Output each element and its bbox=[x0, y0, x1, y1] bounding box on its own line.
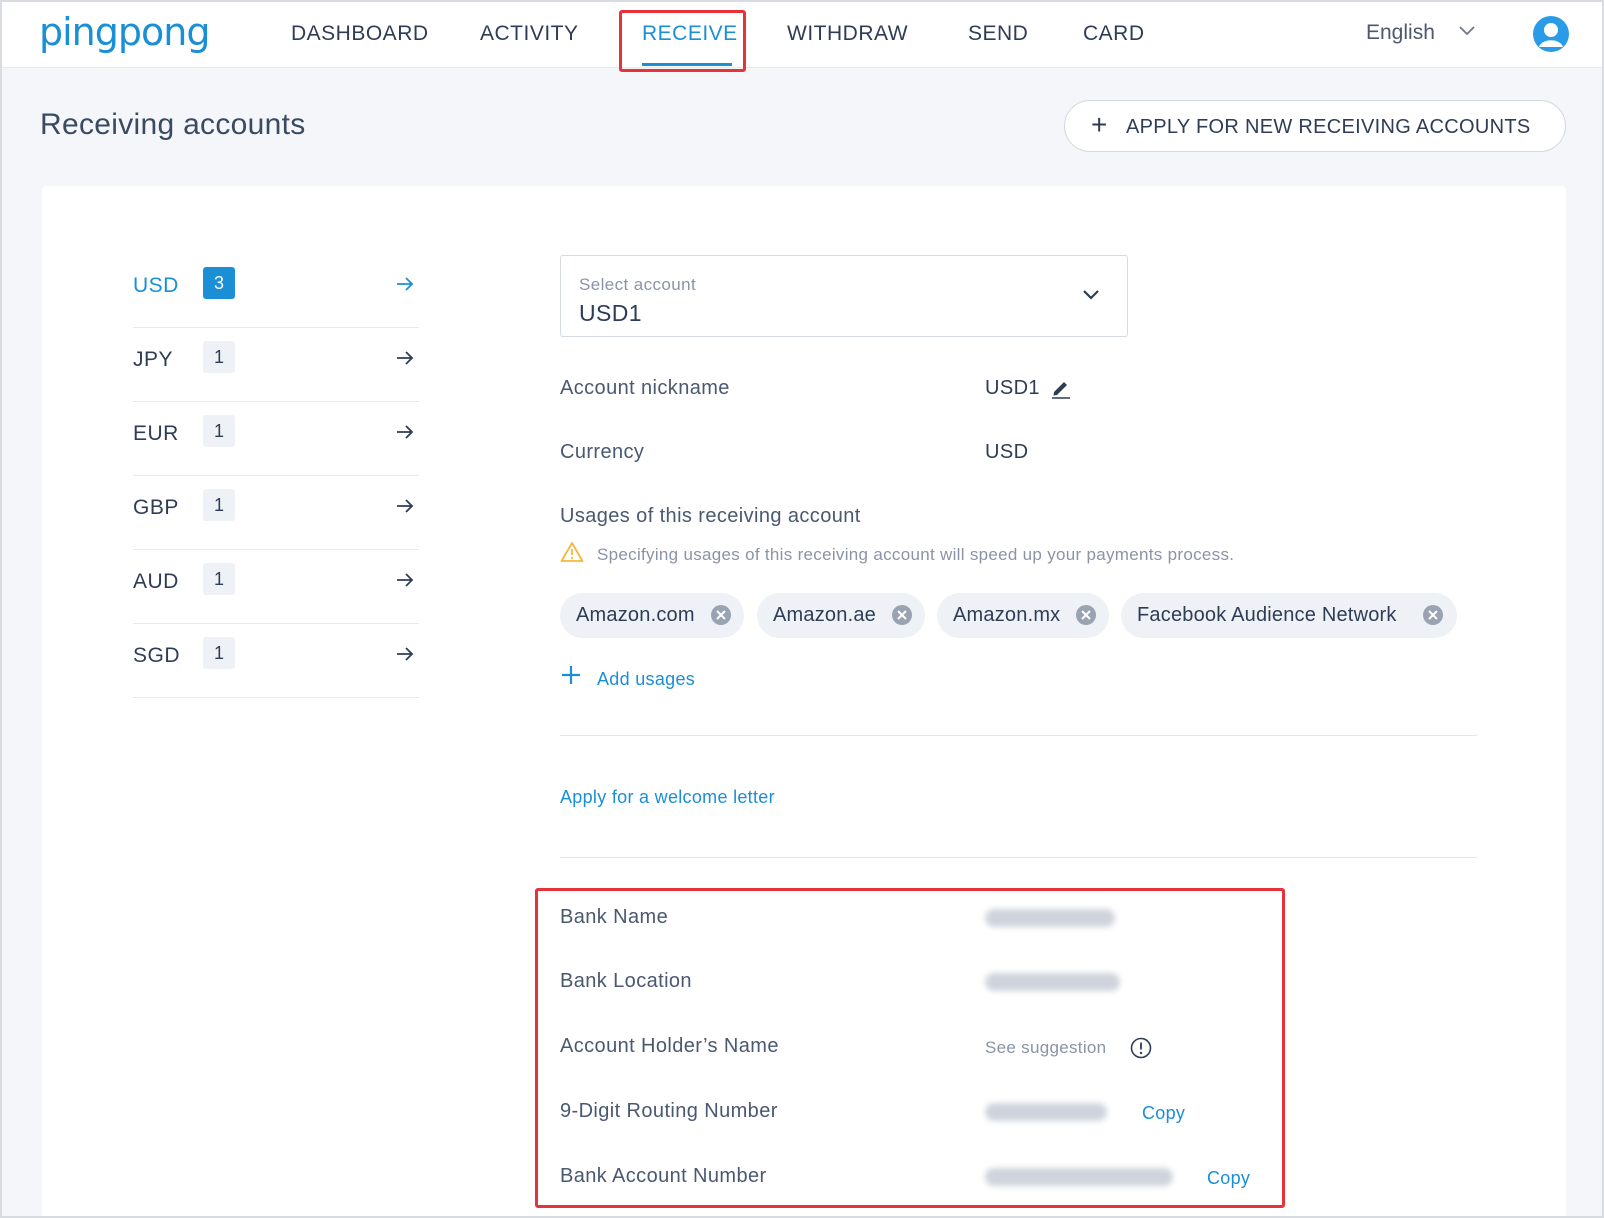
add-usages-link[interactable]: Add usages bbox=[597, 669, 695, 690]
remove-chip-icon[interactable] bbox=[1075, 604, 1097, 626]
usages-hint: Specifying usages of this receiving acco… bbox=[597, 545, 1235, 564]
usage-chip: Amazon.ae bbox=[757, 593, 925, 638]
currency-code: GBP bbox=[133, 496, 179, 519]
pingpong-logo[interactable]: pingpong bbox=[39, 10, 210, 54]
nickname-label: Account nickname bbox=[560, 377, 730, 399]
user-avatar-icon[interactable] bbox=[1533, 16, 1569, 52]
select-account-value: USD1 bbox=[579, 300, 642, 326]
arrow-right-icon bbox=[397, 425, 414, 439]
page-title: Receiving accounts bbox=[40, 108, 306, 141]
nav-send[interactable]: SEND bbox=[968, 22, 1028, 46]
apply-new-account-button[interactable]: + APPLY FOR NEW RECEIVING ACCOUNTS bbox=[1064, 100, 1566, 152]
plus-icon: + bbox=[1091, 109, 1108, 140]
welcome-letter-link[interactable]: Apply for a welcome letter bbox=[560, 787, 775, 808]
currency-item-sgd[interactable]: SGD 1 bbox=[133, 624, 419, 698]
chevron-down-icon bbox=[1083, 290, 1099, 300]
arrow-right-icon bbox=[397, 351, 414, 365]
currency-code: USD bbox=[133, 274, 179, 297]
account-select[interactable]: Select account USD1 bbox=[560, 255, 1128, 337]
divider bbox=[560, 735, 1477, 736]
remove-chip-icon[interactable] bbox=[710, 604, 732, 626]
nav-activity[interactable]: ACTIVITY bbox=[480, 22, 579, 46]
arrow-right-icon bbox=[397, 277, 414, 291]
top-navigation: pingpong DASHBOARD ACTIVITY RECEIVE WITH… bbox=[2, 2, 1602, 68]
arrow-right-icon bbox=[397, 647, 414, 661]
nav-card[interactable]: CARD bbox=[1083, 22, 1145, 46]
plus-icon[interactable] bbox=[560, 664, 582, 686]
usage-chip: Amazon.com bbox=[560, 593, 744, 638]
arrow-right-icon bbox=[397, 499, 414, 513]
usage-chip: Facebook Audience Network bbox=[1121, 593, 1457, 638]
currency-label: Currency bbox=[560, 441, 645, 463]
usage-chip-label: Amazon.com bbox=[576, 604, 695, 626]
warning-icon bbox=[560, 542, 584, 562]
usages-label: Usages of this receiving account bbox=[560, 505, 861, 527]
nav-dashboard[interactable]: DASHBOARD bbox=[291, 22, 429, 46]
account-count-badge: 1 bbox=[203, 489, 235, 521]
currency-code: EUR bbox=[133, 422, 179, 445]
divider bbox=[560, 857, 1477, 858]
currency-item-jpy[interactable]: JPY 1 bbox=[133, 328, 419, 402]
language-selector[interactable]: English bbox=[1366, 21, 1435, 45]
remove-chip-icon[interactable] bbox=[891, 604, 913, 626]
chevron-down-icon[interactable] bbox=[1458, 25, 1476, 37]
apply-button-label: APPLY FOR NEW RECEIVING ACCOUNTS bbox=[1126, 116, 1531, 138]
account-count-badge: 1 bbox=[203, 415, 235, 447]
select-account-label: Select account bbox=[579, 275, 697, 294]
usage-chip: Amazon.mx bbox=[937, 593, 1109, 638]
currency-code: SGD bbox=[133, 644, 181, 667]
currency-item-aud[interactable]: AUD 1 bbox=[133, 550, 419, 624]
receive-highlight-box bbox=[619, 10, 746, 72]
remove-chip-icon[interactable] bbox=[1422, 604, 1444, 626]
account-count-badge: 1 bbox=[203, 563, 235, 595]
usage-chip-label: Amazon.mx bbox=[953, 604, 1061, 626]
account-count-badge: 3 bbox=[203, 267, 235, 299]
currency-item-gbp[interactable]: GBP 1 bbox=[133, 476, 419, 550]
account-count-badge: 1 bbox=[203, 637, 235, 669]
edit-pencil-icon[interactable] bbox=[1050, 377, 1072, 399]
account-count-badge: 1 bbox=[203, 341, 235, 373]
currency-code: AUD bbox=[133, 570, 179, 593]
bank-details-highlight-box bbox=[535, 888, 1285, 1208]
nav-withdraw[interactable]: WITHDRAW bbox=[787, 22, 908, 46]
currency-code: JPY bbox=[133, 348, 174, 371]
nickname-value: USD1 bbox=[985, 377, 1040, 399]
currency-item-usd[interactable]: USD 3 bbox=[133, 254, 419, 328]
usage-chip-label: Amazon.ae bbox=[773, 604, 876, 626]
currency-value: USD bbox=[985, 441, 1029, 463]
arrow-right-icon bbox=[397, 573, 414, 587]
usage-chip-label: Facebook Audience Network bbox=[1137, 604, 1397, 626]
currency-item-eur[interactable]: EUR 1 bbox=[133, 402, 419, 476]
